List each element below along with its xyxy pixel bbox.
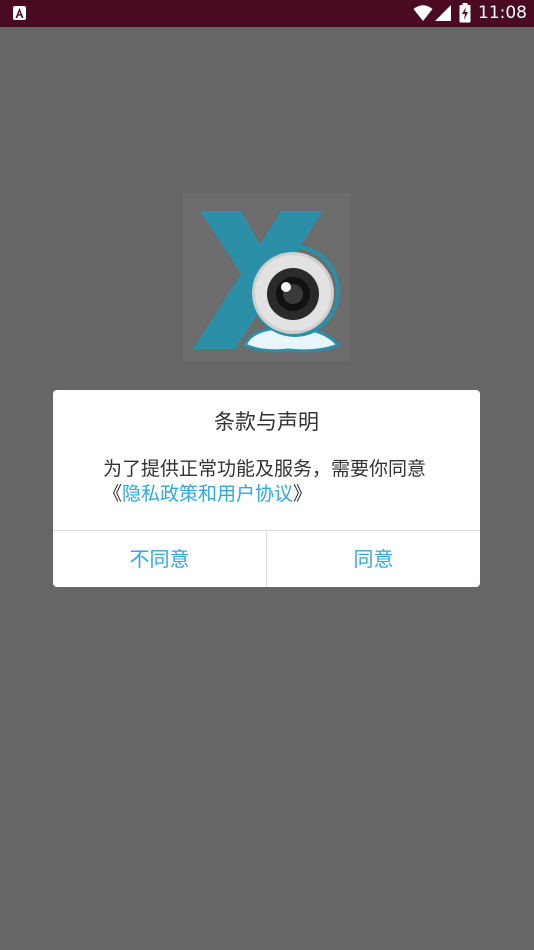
- status-bar: 11:08: [0, 0, 534, 27]
- agree-button[interactable]: 同意: [267, 531, 480, 587]
- disagree-button[interactable]: 不同意: [53, 531, 266, 587]
- webcam-x-logo-icon: [193, 211, 341, 353]
- dialog-message: 为了提供正常功能及服务，需要你同意《隐私政策和用户协议》: [103, 457, 443, 507]
- battery-charging-icon: [459, 3, 471, 23]
- app-logo: [183, 193, 350, 361]
- screen: 11:08 条款与声明 为了提供正常功能及服务，需要你同意《隐私政策和用户协议》…: [0, 0, 534, 950]
- dialog-title: 条款与声明: [214, 410, 319, 434]
- privacy-policy-link[interactable]: 隐私政策和用户协议: [122, 483, 293, 505]
- dialog-message-suffix: 》: [293, 483, 313, 505]
- wifi-icon: [413, 5, 433, 21]
- status-time: 11:08: [478, 3, 527, 23]
- app-notification-icon: [13, 6, 26, 20]
- cell-signal-icon: [435, 5, 451, 21]
- terms-dialog: 条款与声明 为了提供正常功能及服务，需要你同意《隐私政策和用户协议》 不同意 同…: [53, 390, 480, 587]
